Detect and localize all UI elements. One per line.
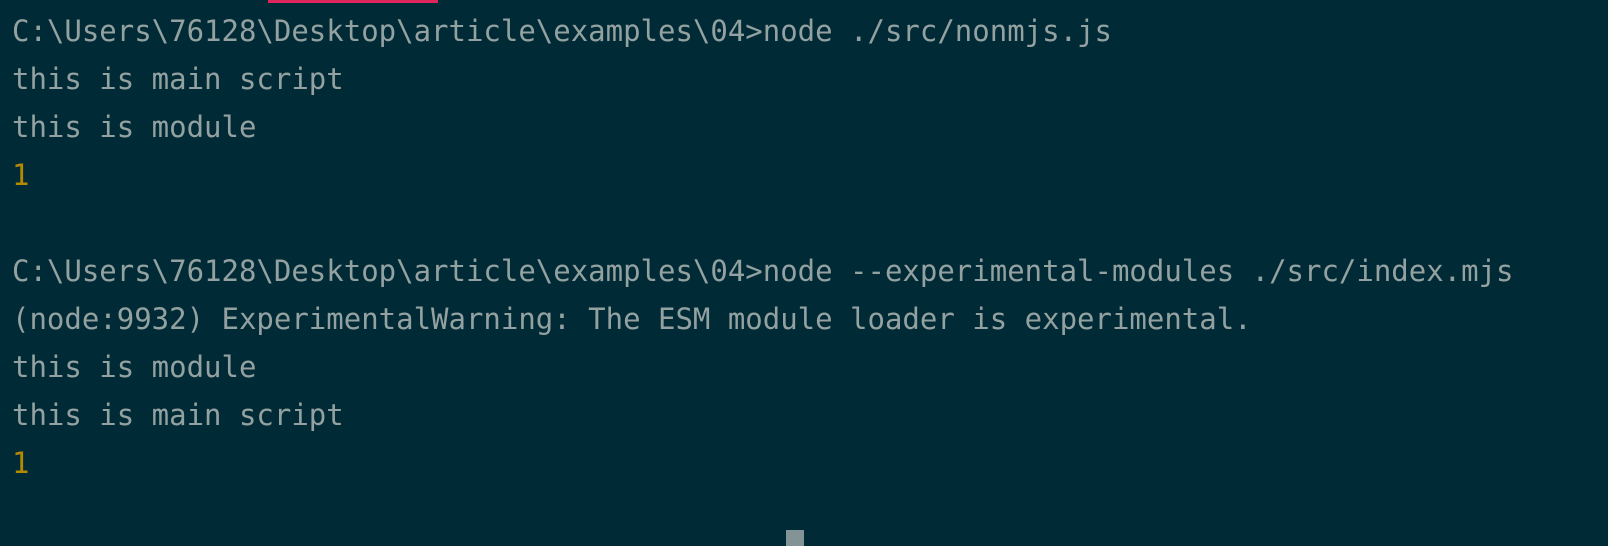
- output-number: 1: [12, 158, 30, 192]
- warning-line: (node:9932) ExperimentalWarning: The ESM…: [12, 302, 1252, 336]
- command-line: C:\Users\76128\Desktop\article\examples\…: [12, 254, 1514, 288]
- text-cursor: [786, 530, 804, 546]
- output-line: this is module: [12, 110, 257, 144]
- terminal-window[interactable]: C:\Users\76128\Desktop\article\examples\…: [0, 0, 1608, 546]
- output-line: this is module: [12, 350, 257, 384]
- command-line: C:\Users\76128\Desktop\article\examples\…: [12, 14, 1112, 48]
- output-line: this is main script: [12, 398, 344, 432]
- active-tab-indicator: [268, 0, 438, 3]
- output-line: this is main script: [12, 62, 344, 96]
- output-number: 1: [12, 446, 30, 480]
